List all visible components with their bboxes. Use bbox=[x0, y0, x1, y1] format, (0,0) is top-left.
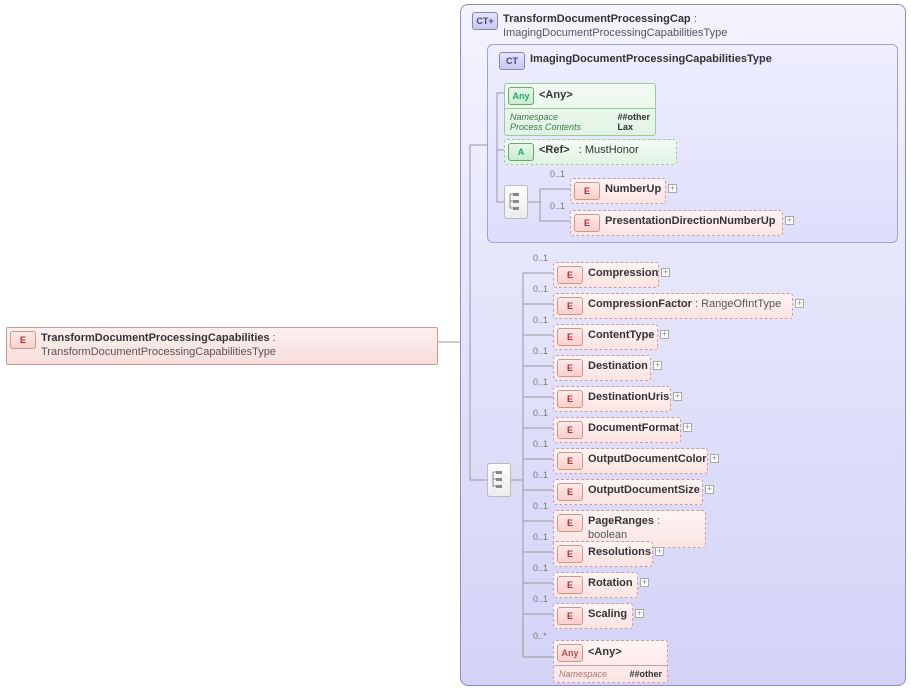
el-label: Resolutions bbox=[588, 546, 651, 558]
element-scaling[interactable]: E Scaling bbox=[553, 603, 633, 629]
element-icon: E bbox=[557, 359, 583, 377]
element-rotation[interactable]: E Rotation bbox=[553, 572, 638, 598]
expand-icon[interactable]: + bbox=[660, 330, 669, 339]
any-bottom-label: <Any> bbox=[588, 646, 622, 658]
element-resolutions[interactable]: E Resolutions bbox=[553, 541, 653, 567]
cardinality: 0..1 bbox=[550, 169, 565, 179]
cardinality: 0..1 bbox=[533, 408, 548, 418]
cardinality: 0..1 bbox=[533, 315, 548, 325]
any-icon: Any bbox=[557, 644, 583, 662]
model-group-sequence-inner[interactable] bbox=[504, 185, 528, 219]
el-label: DestinationUris bbox=[588, 391, 669, 403]
el-label: CompressionFactor bbox=[588, 298, 692, 310]
any-top-label: <Any> bbox=[539, 89, 573, 101]
element-icon: E bbox=[557, 607, 583, 625]
ref-label: <Ref> : MustHonor bbox=[539, 140, 676, 162]
element-icon: E bbox=[557, 576, 583, 594]
root-element[interactable]: E TransformDocumentProcessingCapabilitie… bbox=[6, 327, 438, 365]
cardinality: 0..1 bbox=[533, 563, 548, 573]
cardinality: 0..1 bbox=[533, 284, 548, 294]
el-label: ContentType bbox=[588, 329, 654, 341]
pc-label: Process Contents bbox=[510, 122, 607, 132]
cardinality: 0..1 bbox=[533, 439, 548, 449]
cardinality: 0..1 bbox=[533, 532, 548, 542]
element-icon: E bbox=[10, 331, 36, 349]
el-label: OutputDocumentSize bbox=[588, 484, 700, 496]
model-group-sequence-outer[interactable] bbox=[487, 463, 511, 497]
expand-icon[interactable]: + bbox=[795, 299, 804, 308]
element-icon: E bbox=[557, 545, 583, 563]
expand-icon[interactable]: + bbox=[673, 392, 682, 401]
element-contenttype[interactable]: E ContentType bbox=[553, 324, 658, 350]
cardinality: 0..1 bbox=[550, 201, 565, 211]
complextype-icon: CT bbox=[499, 52, 525, 70]
element-numberup[interactable]: E NumberUp bbox=[570, 178, 666, 204]
element-outputdocumentcolor[interactable]: E OutputDocumentColor bbox=[553, 448, 708, 474]
cardinality: 0..1 bbox=[533, 470, 548, 480]
outer-ct-title: TransformDocumentProcessingCap : Imaging… bbox=[503, 9, 897, 45]
element-documentformat[interactable]: E DocumentFormat bbox=[553, 417, 681, 443]
cardinality: 0..1 bbox=[533, 253, 548, 263]
cardinality: 0..1 bbox=[533, 346, 548, 356]
element-icon: E bbox=[557, 297, 583, 315]
expand-icon[interactable]: + bbox=[710, 454, 719, 463]
cardinality: 0..1 bbox=[533, 377, 548, 387]
element-destination[interactable]: E Destination bbox=[553, 355, 651, 381]
el-label: PageRanges bbox=[588, 515, 654, 527]
root-label: TransformDocumentProcessingCapabilities … bbox=[41, 328, 437, 364]
expand-icon[interactable]: + bbox=[668, 184, 677, 193]
element-icon: E bbox=[557, 483, 583, 501]
pc-value: Lax bbox=[617, 122, 650, 132]
expand-icon[interactable]: + bbox=[653, 361, 662, 370]
ns-label: Namespace bbox=[510, 112, 607, 122]
expand-icon[interactable]: + bbox=[640, 578, 649, 587]
ns-value: ##other bbox=[617, 112, 650, 122]
el-label: DocumentFormat bbox=[588, 422, 679, 434]
element-icon: E bbox=[557, 421, 583, 439]
element-icon: E bbox=[557, 266, 583, 284]
el-label: Rotation bbox=[588, 577, 633, 589]
attribute-icon: A bbox=[508, 143, 534, 161]
expand-icon[interactable]: + bbox=[655, 547, 664, 556]
cardinality: 0..* bbox=[533, 631, 547, 641]
el-label: OutputDocumentColor bbox=[588, 453, 707, 465]
element-outputdocumentsize[interactable]: E OutputDocumentSize bbox=[553, 479, 703, 505]
expand-icon[interactable]: + bbox=[683, 423, 692, 432]
cardinality: 0..1 bbox=[533, 501, 548, 511]
el-label: NumberUp bbox=[605, 183, 661, 195]
schema-diagram: E TransformDocumentProcessingCapabilitie… bbox=[0, 0, 911, 690]
cardinality: 0..1 bbox=[533, 594, 548, 604]
element-icon: E bbox=[557, 514, 583, 532]
expand-icon[interactable]: + bbox=[661, 268, 670, 277]
el-label: PresentationDirectionNumberUp bbox=[605, 215, 776, 227]
el-label: Compression bbox=[588, 267, 658, 279]
element-icon: E bbox=[574, 182, 600, 200]
element-presentationdirectionnumberup[interactable]: E PresentationDirectionNumberUp bbox=[570, 210, 783, 236]
ns-label: Namespace bbox=[559, 669, 621, 679]
element-compressionfactor[interactable]: ECompressionFactor : RangeOfIntType bbox=[553, 293, 793, 319]
expand-icon[interactable]: + bbox=[785, 216, 794, 225]
element-destinationuris[interactable]: E DestinationUris bbox=[553, 386, 671, 412]
el-label: Destination bbox=[588, 360, 648, 372]
any-wildcard-top[interactable]: Any <Any> Namespace Process Contents ##o… bbox=[504, 83, 656, 136]
element-icon: E bbox=[574, 214, 600, 232]
el-label: Scaling bbox=[588, 608, 627, 620]
element-icon: E bbox=[557, 328, 583, 346]
any-icon: Any bbox=[508, 87, 534, 105]
expand-icon[interactable]: + bbox=[635, 609, 644, 618]
expand-icon[interactable]: + bbox=[705, 485, 714, 494]
ns-value: ##other bbox=[629, 669, 662, 679]
any-wildcard-bottom[interactable]: Any <Any> Namespace ##other bbox=[553, 640, 668, 683]
attribute-ref[interactable]: A <Ref> : MustHonor bbox=[504, 139, 677, 165]
complextype-ext-icon: CT+ bbox=[472, 12, 498, 30]
element-compression[interactable]: E Compression bbox=[553, 262, 659, 288]
inner-ct-title: ImagingDocumentProcessingCapabilitiesTyp… bbox=[530, 49, 889, 71]
element-icon: E bbox=[557, 390, 583, 408]
element-icon: E bbox=[557, 452, 583, 470]
